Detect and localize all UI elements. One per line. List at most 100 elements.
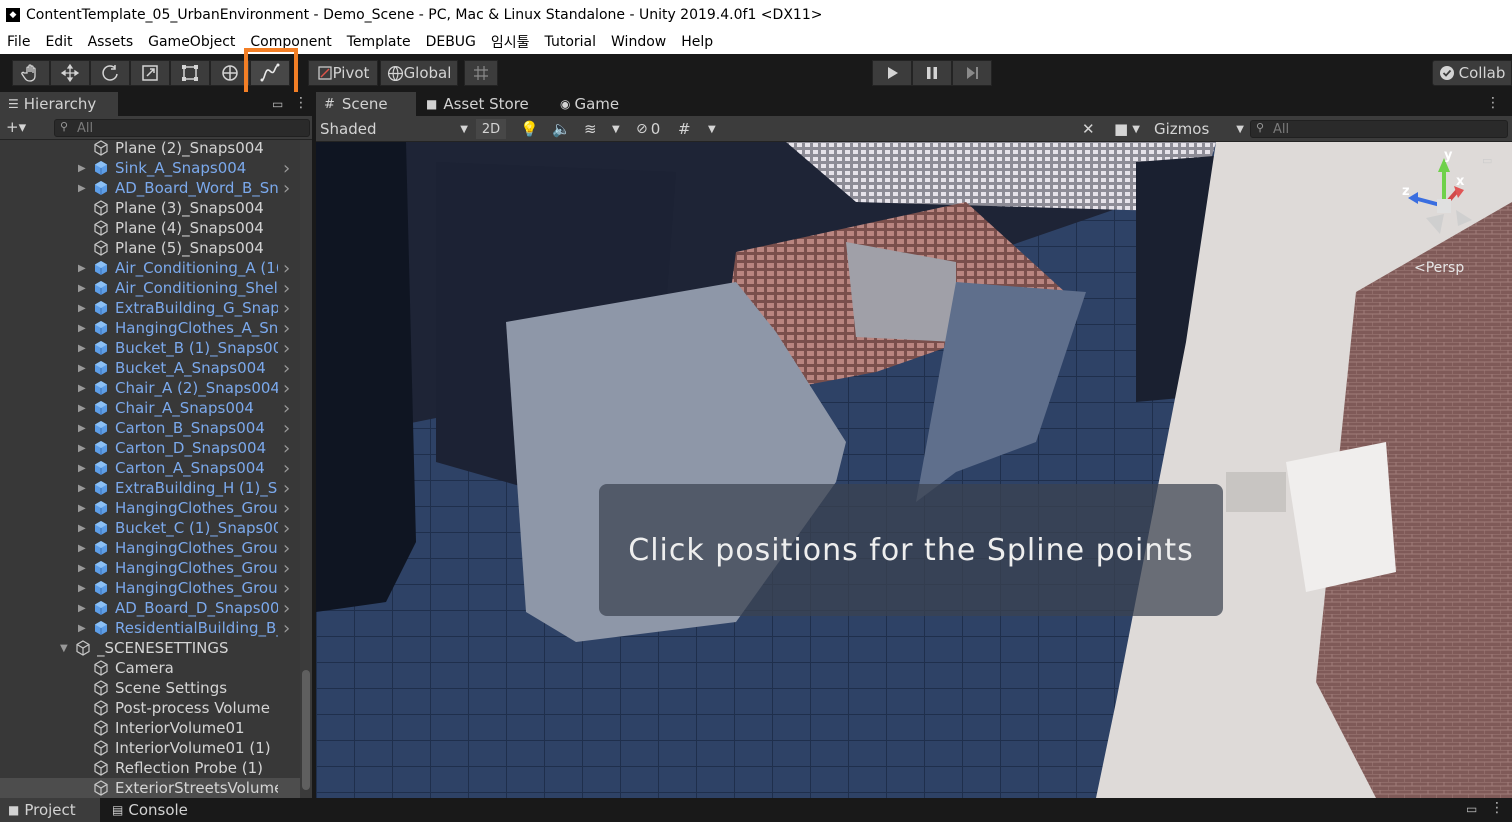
panel-menu-icon[interactable]: ⋮ (294, 95, 308, 111)
hierarchy-row[interactable]: ▶ Carton_D_Snaps004 › (0, 438, 300, 459)
chevron-right-icon[interactable]: › (283, 618, 290, 639)
hierarchy-row[interactable]: ▶ Carton_B_Snaps004 › (0, 418, 300, 439)
chevron-right-icon[interactable]: › (283, 478, 290, 499)
hierarchy-row[interactable]: Plane (2)_Snaps004 (0, 138, 300, 158)
effects-dropdown[interactable]: ▼ (612, 119, 620, 139)
expand-right-icon[interactable]: ▶ (78, 563, 86, 574)
menu-assets[interactable]: Assets (81, 34, 142, 50)
chevron-right-icon[interactable]: › (283, 178, 290, 199)
chevron-right-icon[interactable]: › (283, 378, 290, 399)
expand-right-icon[interactable]: ▶ (78, 303, 86, 314)
hierarchy-row[interactable]: ▶ HangingClothes_A_Sna › (0, 318, 300, 339)
move-tool-button[interactable] (50, 60, 90, 86)
hierarchy-row[interactable]: ▶ AD_Board_Word_B_Sna › (0, 178, 300, 199)
tab-console[interactable]: ▤ Console (104, 798, 204, 822)
hierarchy-row[interactable]: ▶ Bucket_B (1)_Snaps00 › (0, 338, 300, 359)
hierarchy-search-input[interactable]: ⚲ All (54, 119, 310, 137)
expand-right-icon[interactable]: ▶ (78, 483, 86, 494)
menu-tutorial[interactable]: Tutorial (538, 34, 604, 50)
hierarchy-row[interactable]: Plane (4)_Snaps004 (0, 218, 300, 238)
camera-dropdown[interactable]: ■ ▼ (1114, 119, 1140, 139)
chevron-right-icon[interactable]: › (283, 358, 290, 379)
rotate-tool-button[interactable] (90, 60, 130, 86)
expand-right-icon[interactable]: ▶ (78, 263, 86, 274)
grid-dropdown[interactable]: ▼ (708, 119, 716, 139)
step-button[interactable] (952, 60, 992, 86)
hierarchy-row[interactable]: ▶ AD_Board_D_Snaps004 › (0, 598, 300, 619)
scale-tool-button[interactable] (130, 60, 170, 86)
hierarchy-row[interactable]: Plane (5)_Snaps004 (0, 238, 300, 258)
expand-right-icon[interactable]: ▶ (78, 363, 86, 374)
expand-right-icon[interactable]: ▶ (78, 383, 86, 394)
expand-right-icon[interactable]: ▶ (78, 183, 86, 194)
scene-viewport[interactable]: Click positions for the Spline points y … (316, 142, 1512, 798)
expand-right-icon[interactable]: ▶ (78, 623, 86, 634)
hierarchy-row[interactable]: ▶ Bucket_A_Snaps004 › (0, 358, 300, 379)
hierarchy-row[interactable]: ▶ HangingClothes_Group › (0, 538, 300, 559)
hierarchy-row[interactable]: ▶ HangingClothes_Group › (0, 498, 300, 519)
hierarchy-row[interactable]: ▶ ExtraBuilding_H (1)_Sna › (0, 478, 300, 499)
hierarchy-row[interactable]: ▶ HangingClothes_Group › (0, 558, 300, 579)
menu-template[interactable]: Template (340, 34, 419, 50)
chevron-right-icon[interactable]: › (283, 598, 290, 619)
shading-mode-dropdown[interactable]: Shaded ▼ (320, 119, 468, 139)
effects-toggle[interactable]: ≋ (584, 119, 597, 139)
pivot-toggle-button[interactable]: Pivot (308, 60, 378, 86)
gizmo-lock-icon[interactable]: ▭ (1482, 154, 1492, 167)
tools-toggle[interactable]: ✕ (1082, 119, 1095, 139)
expand-right-icon[interactable]: ▶ (78, 403, 86, 414)
hierarchy-row[interactable]: Scene Settings (0, 678, 300, 698)
chevron-right-icon[interactable]: › (283, 418, 290, 439)
hierarchy-row[interactable]: Reflection Probe (1) (0, 758, 300, 778)
lock-icon[interactable]: ▭ (272, 97, 283, 111)
chevron-right-icon[interactable]: › (283, 518, 290, 539)
chevron-right-icon[interactable]: › (283, 578, 290, 599)
chevron-right-icon[interactable]: › (283, 558, 290, 579)
chevron-right-icon[interactable]: › (283, 338, 290, 359)
tab-asset-store[interactable]: ■ Asset Store (418, 92, 550, 116)
expand-right-icon[interactable]: ▶ (78, 343, 86, 354)
scene-search-input[interactable]: ⚲ All (1250, 120, 1508, 138)
tab-game[interactable]: ◉ Game (552, 92, 642, 116)
audio-toggle[interactable]: 🔈 (552, 119, 571, 139)
expand-right-icon[interactable]: ▶ (78, 523, 86, 534)
chevron-right-icon[interactable]: › (283, 498, 290, 519)
hierarchy-row[interactable]: ▶ Air_Conditioning_A (16) › (0, 258, 300, 279)
chevron-right-icon[interactable]: › (283, 398, 290, 419)
hierarchy-row[interactable]: Post-process Volume (0, 698, 300, 718)
expand-right-icon[interactable]: ▶ (78, 423, 86, 434)
gizmos-dropdown[interactable]: Gizmos ▼ (1154, 119, 1244, 139)
pause-button[interactable] (912, 60, 952, 86)
create-dropdown[interactable]: +▾ (6, 118, 26, 136)
mode-2d-toggle[interactable]: 2D (476, 119, 506, 139)
chevron-right-icon[interactable]: › (283, 438, 290, 459)
chevron-right-icon[interactable]: › (283, 458, 290, 479)
menu-debug[interactable]: DEBUG (419, 34, 484, 50)
hierarchy-row[interactable]: ▶ Carton_A_Snaps004 › (0, 458, 300, 479)
expand-right-icon[interactable]: ▶ (78, 323, 86, 334)
hierarchy-row[interactable]: ▶ ExtraBuilding_G_Snaps › (0, 298, 300, 319)
chevron-right-icon[interactable]: › (283, 538, 290, 559)
hierarchy-row[interactable]: InteriorVolume01 (0, 718, 300, 738)
hierarchy-row[interactable]: ▶ Chair_A (2)_Snaps004 › (0, 378, 300, 399)
scene-panel-menu-icon[interactable]: ⋮ (1486, 95, 1500, 111)
menu-edit[interactable]: Edit (38, 34, 80, 50)
hidden-objects-toggle[interactable]: ⊘ 0 (636, 119, 660, 139)
hierarchy-row[interactable]: ▶ Air_Conditioning_Shelf_ › (0, 278, 300, 299)
tab-scene[interactable]: # Scene (316, 92, 416, 116)
expand-right-icon[interactable]: ▶ (78, 463, 86, 474)
rect-tool-button[interactable] (170, 60, 210, 86)
hierarchy-row[interactable]: Plane (3)_Snaps004 (0, 198, 300, 218)
expand-right-icon[interactable]: ▶ (78, 283, 86, 294)
grid-snap-button[interactable] (464, 60, 498, 86)
hierarchy-row[interactable]: ▶ Chair_A_Snaps004 › (0, 398, 300, 419)
hierarchy-row[interactable]: ▶ HangingClothes_Group › (0, 578, 300, 599)
expand-down-icon[interactable]: ▼ (60, 643, 68, 654)
hierarchy-row[interactable]: ExteriorStreetsVolume (0, 778, 300, 798)
expand-right-icon[interactable]: ▶ (78, 163, 86, 174)
hierarchy-row[interactable]: ▶ ResidentialBuilding_B_ › (0, 618, 300, 639)
expand-right-icon[interactable]: ▶ (78, 543, 86, 554)
hand-tool-button[interactable] (12, 60, 50, 86)
expand-right-icon[interactable]: ▶ (78, 583, 86, 594)
grid-toggle[interactable]: # (678, 119, 691, 139)
